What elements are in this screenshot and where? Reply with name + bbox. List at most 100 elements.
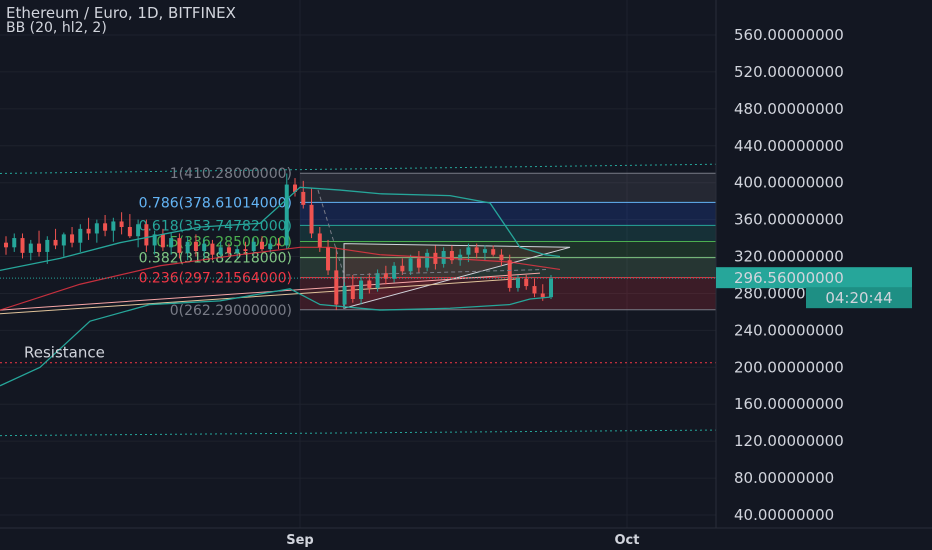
- y-tick-label: 120.00000000: [734, 432, 844, 450]
- candle-body: [276, 243, 281, 246]
- candle-body: [119, 221, 124, 227]
- x-tick-label: Oct: [615, 533, 640, 548]
- fib-band: [300, 225, 716, 242]
- candle: [12, 233, 17, 252]
- candle-body: [226, 247, 231, 253]
- candle-body: [482, 249, 487, 253]
- candle: [94, 219, 99, 243]
- candle-body: [70, 234, 75, 243]
- candle-body: [549, 278, 553, 298]
- y-tick-label: 160.00000000: [734, 395, 844, 413]
- candle: [78, 224, 83, 252]
- candle-body: [532, 286, 537, 294]
- candle-body: [400, 265, 405, 272]
- candle-body: [61, 234, 66, 246]
- candle: [53, 228, 58, 250]
- y-tick-label: 40.00000000: [734, 506, 834, 524]
- candle: [111, 217, 116, 242]
- candle-body: [243, 249, 248, 251]
- candle-body: [359, 280, 364, 299]
- candle: [20, 233, 25, 259]
- candle-body: [144, 224, 149, 246]
- indicator-label[interactable]: BB (20, hl2, 2): [6, 20, 107, 36]
- price-chart[interactable]: 1(410.28000000)0.786(378.61014000)0.618(…: [0, 0, 932, 550]
- candle-body: [507, 260, 512, 288]
- candle: [127, 214, 132, 239]
- y-tick-label: 440.00000000: [734, 137, 844, 155]
- countdown-label: 04:20:44: [825, 289, 892, 307]
- candle-body: [284, 184, 289, 246]
- y-tick-label: 240.00000000: [734, 321, 844, 339]
- candle-body: [259, 241, 264, 250]
- y-tick-label: 360.00000000: [734, 211, 844, 229]
- y-tick-label: 480.00000000: [734, 100, 844, 118]
- candle-body: [20, 238, 25, 253]
- fib-label: 0.236(297.21564000): [139, 271, 292, 287]
- candle: [86, 217, 91, 240]
- last-price-label: 296.56000000: [734, 269, 844, 287]
- candle-body: [491, 249, 496, 255]
- time-axis: Sep Oct: [0, 527, 932, 550]
- candle: [70, 227, 75, 248]
- candle-body: [12, 238, 17, 248]
- candle-body: [367, 280, 372, 288]
- candle-body: [474, 247, 479, 253]
- candle: [103, 215, 108, 237]
- price-axis: 40.00000000 80.00000000 120.00000000 160.00…: [715, 0, 932, 528]
- candle-body: [160, 234, 165, 248]
- candle-body: [28, 243, 33, 253]
- candle-body: [251, 241, 256, 251]
- candle: [28, 239, 33, 261]
- candle-body: [210, 243, 215, 255]
- candle-body: [103, 223, 108, 231]
- fib-band: [300, 202, 716, 226]
- candle: [37, 230, 42, 257]
- candle-body: [499, 254, 504, 261]
- candle: [61, 232, 66, 257]
- candle-body: [540, 293, 545, 298]
- candle-body: [111, 221, 116, 231]
- candle: [284, 173, 289, 250]
- candle-body: [524, 278, 529, 287]
- annotation-label: Resistance: [24, 344, 105, 362]
- y-tick-label: 320.00000000: [734, 248, 844, 266]
- fib-label: 0.786(378.61014000): [139, 195, 292, 211]
- candle-body: [4, 242, 8, 248]
- candle-body: [326, 247, 331, 271]
- y-tick-label: 200.00000000: [734, 358, 844, 376]
- candle-body: [342, 286, 347, 305]
- candle-body: [425, 252, 430, 268]
- candle-body: [185, 241, 190, 253]
- fib-label: 0(262.29000000): [170, 303, 292, 319]
- candle-body: [127, 227, 132, 237]
- candle-body: [309, 204, 314, 234]
- candle: [119, 212, 124, 235]
- candle-body: [78, 228, 83, 243]
- candle-body: [466, 247, 471, 255]
- candle: [4, 236, 8, 255]
- candle-body: [136, 224, 141, 237]
- candle-body: [235, 249, 240, 253]
- time-axis-bg: [0, 528, 932, 550]
- candle-body: [94, 223, 99, 234]
- candle-body: [433, 252, 438, 264]
- x-tick-label: Sep: [286, 533, 314, 548]
- fib-label: 1(410.28000000): [170, 166, 292, 182]
- candle: [507, 254, 512, 292]
- candle-body: [408, 258, 413, 272]
- y-tick-label: 400.00000000: [734, 174, 844, 192]
- candle-body: [53, 239, 58, 246]
- candle-body: [202, 243, 207, 251]
- candle-body: [169, 238, 174, 248]
- candle-body: [416, 258, 421, 268]
- candle-body: [218, 247, 223, 255]
- trendline-bottom: [0, 429, 717, 437]
- fib-band: [300, 173, 716, 203]
- y-tick-label: 560.00000000: [734, 26, 844, 44]
- candle-body: [317, 233, 322, 248]
- candle-body: [177, 238, 182, 253]
- chart-root[interactable]: 1(410.28000000) 0.786(378.61014000) 0.618(…: [0, 0, 932, 550]
- candle-body: [45, 239, 50, 252]
- candle-body: [515, 278, 520, 288]
- candle-body: [375, 273, 380, 288]
